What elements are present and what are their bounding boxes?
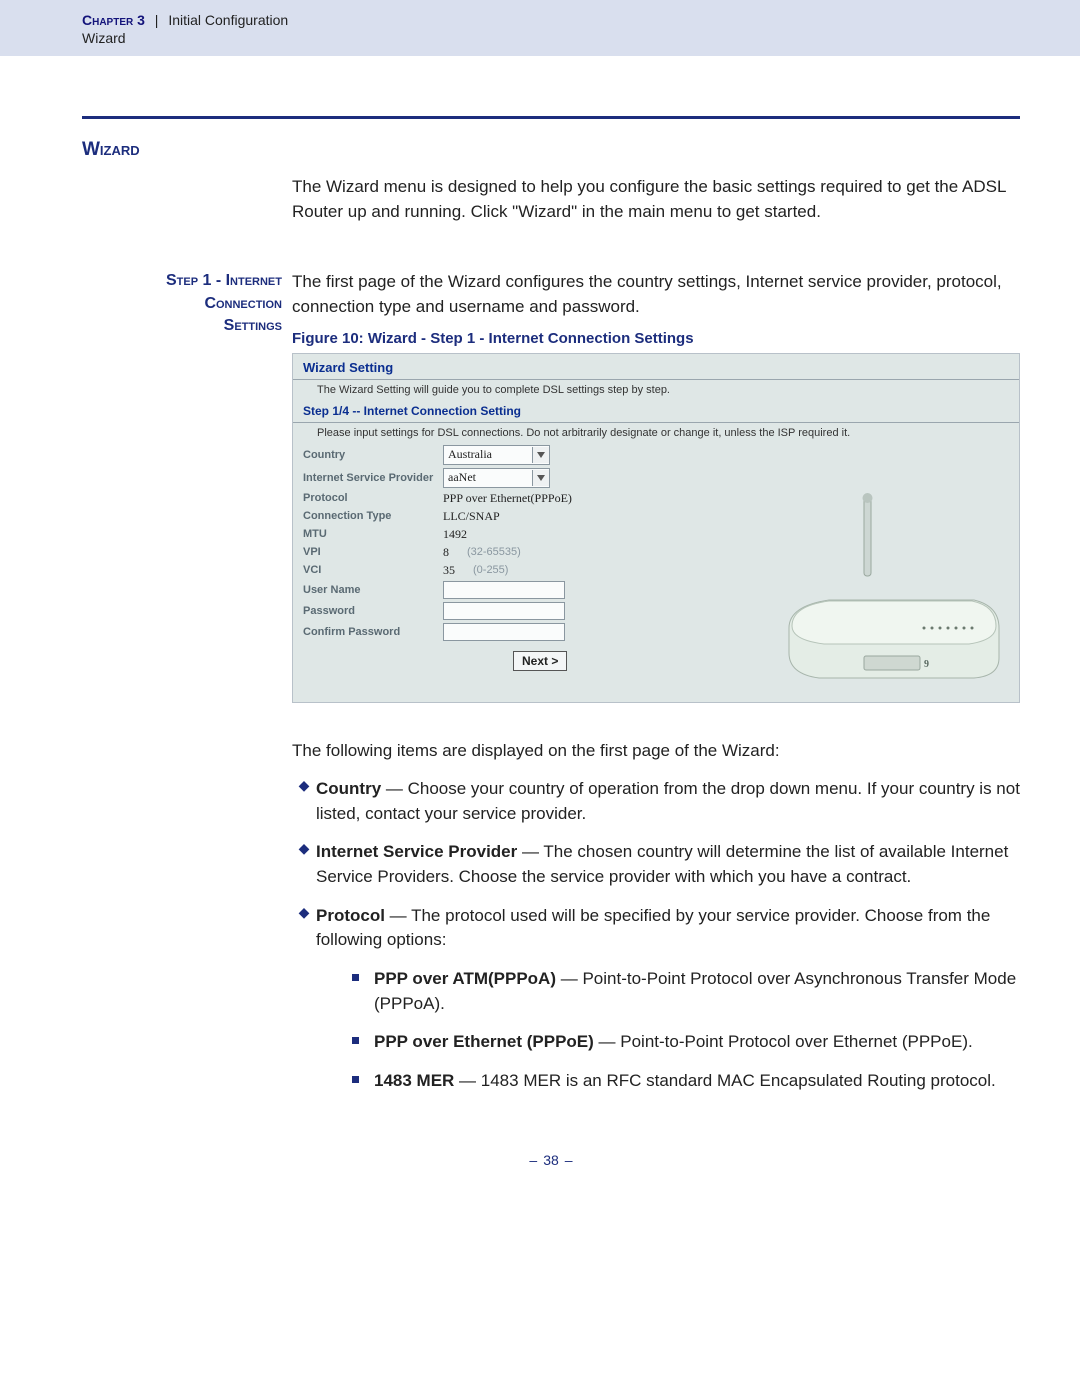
password-input[interactable]	[443, 602, 565, 620]
protocol-sublist: PPP over ATM(PPPoA) — Point-to-Point Pro…	[316, 967, 1020, 1094]
step-side-line1: Step 1 - Internet	[82, 270, 282, 292]
step-desc: Please input settings for DSL connection…	[317, 427, 1009, 439]
rule	[82, 116, 1020, 119]
value-mtu: 1492	[443, 527, 467, 542]
confirm-password-input[interactable]	[443, 623, 565, 641]
label-vci: VCI	[303, 564, 443, 576]
label-user: User Name	[303, 584, 443, 596]
square-icon	[352, 974, 359, 981]
value-vpi: 8	[443, 545, 449, 560]
step-side-title: Step 1 - Internet Connection Settings	[82, 270, 292, 337]
value-vci: 35	[443, 563, 455, 578]
label-conn-type: Connection Type	[303, 510, 443, 522]
next-button[interactable]: Next >	[513, 651, 567, 671]
breadcrumb-sep: |	[155, 12, 159, 28]
diamond-icon: ◆	[292, 840, 316, 889]
square-icon	[352, 1076, 359, 1083]
hint-vci: (0-255)	[473, 564, 508, 576]
country-select[interactable]: Australia	[443, 445, 550, 465]
label-pass: Password	[303, 605, 443, 617]
square-icon	[352, 1037, 359, 1044]
list-item: PPP over Ethernet (PPPoE) — Point-to-Poi…	[352, 1030, 1020, 1055]
hint-vpi: (32-65535)	[467, 546, 521, 558]
chapter-label: Chapter 3	[82, 12, 145, 28]
list-item: ◆ Protocol — The protocol used will be s…	[292, 904, 1020, 1108]
diamond-icon: ◆	[292, 904, 316, 1108]
step-side-line3: Settings	[82, 315, 282, 337]
panel-title: Wizard Setting	[303, 360, 1009, 375]
svg-text:9: 9	[924, 659, 929, 670]
user-name-input[interactable]	[443, 581, 565, 599]
value-protocol: PPP over Ethernet(PPPoE)	[443, 491, 572, 506]
label-confirm: Confirm Password	[303, 626, 443, 638]
list-item: 1483 MER — 1483 MER is an RFC standard M…	[352, 1069, 1020, 1094]
figure-caption: Figure 10: Wizard - Step 1 - Internet Co…	[292, 330, 1020, 347]
page-title: Wizard	[82, 139, 1020, 161]
list-item: ◆ Internet Service Provider — The chosen…	[292, 840, 1020, 889]
page-number: –38–	[82, 1152, 1020, 1168]
step-lead: The first page of the Wizard configures …	[292, 270, 1020, 319]
diamond-icon: ◆	[292, 777, 316, 826]
label-mtu: MTU	[303, 528, 443, 540]
isp-select[interactable]: aaNet	[443, 468, 550, 488]
intro-text: The Wizard menu is designed to help you …	[292, 175, 1020, 224]
router-icon: 9	[774, 488, 1004, 688]
item-list: ◆ Country — Choose your country of opera…	[292, 777, 1020, 1107]
section-name: Initial Configuration	[168, 12, 288, 28]
list-item: ◆ Country — Choose your country of opera…	[292, 777, 1020, 826]
step-title: Step 1/4 -- Internet Connection Setting	[303, 404, 1009, 418]
panel-desc: The Wizard Setting will guide you to com…	[317, 384, 1009, 396]
sub-section: Wizard	[82, 30, 1080, 46]
breadcrumb: Chapter 3 | Initial Configuration	[82, 12, 1080, 28]
list-item: PPP over ATM(PPPoA) — Point-to-Point Pro…	[352, 967, 1020, 1016]
wizard-screenshot: Wizard Setting The Wizard Setting will g…	[292, 353, 1020, 703]
chevron-down-icon	[532, 447, 549, 463]
post-text: The following items are displayed on the…	[292, 739, 1020, 764]
value-conn-type: LLC/SNAP	[443, 509, 500, 524]
chevron-down-icon	[532, 470, 549, 486]
step-side-line2: Connection	[82, 293, 282, 315]
label-isp: Internet Service Provider	[303, 472, 443, 484]
page-header: Chapter 3 | Initial Configuration Wizard	[0, 0, 1080, 56]
label-country: Country	[303, 449, 443, 461]
label-protocol: Protocol	[303, 492, 443, 504]
label-vpi: VPI	[303, 546, 443, 558]
